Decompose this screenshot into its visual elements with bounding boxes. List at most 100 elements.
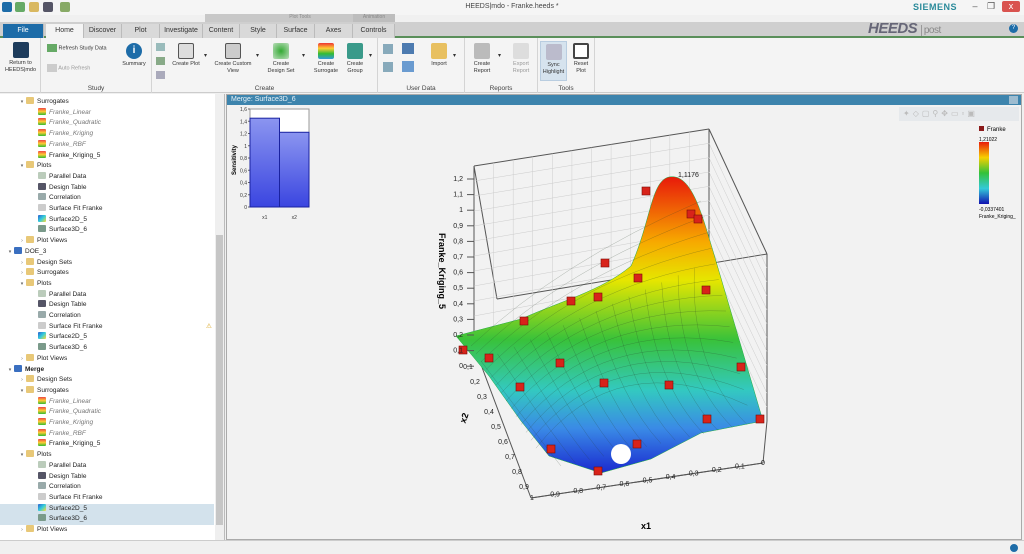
expand-toggle-icon[interactable]: ›	[18, 525, 26, 536]
tree-item[interactable]: › Surrogates	[0, 268, 214, 279]
tab-plot[interactable]: Plot	[122, 24, 160, 38]
expand-toggle-icon[interactable]: ›	[18, 268, 26, 279]
tree-item[interactable]: › Plot Views	[0, 353, 214, 365]
tab-home[interactable]: Home	[46, 24, 84, 38]
tree-item[interactable]: ▾ Surrogates	[0, 385, 214, 397]
expand-toggle-icon[interactable]: ›	[18, 354, 26, 365]
tree-item[interactable]: Surface3D_6	[0, 514, 214, 525]
refresh-study-button[interactable]: Refresh Study Data	[47, 44, 107, 52]
tree-item[interactable]: Parallel Data	[0, 171, 214, 183]
tree-scrollbar-thumb[interactable]	[216, 235, 223, 525]
create-report-button[interactable]: Create Report	[469, 43, 495, 74]
tree-item[interactable]: Franke_Kriging	[0, 418, 214, 429]
tree-item[interactable]: ▾ Plots	[0, 161, 214, 172]
tree-item[interactable]: Surface Fit Franke	[0, 204, 214, 215]
sync-highlight-button[interactable]: Sync Highlight	[540, 41, 567, 81]
tree-item[interactable]: › Design Sets	[0, 375, 214, 386]
tab-axes[interactable]: Axes	[315, 24, 353, 38]
user-data-icon[interactable]	[402, 43, 414, 54]
tree-item[interactable]: Surface2D_5	[0, 503, 214, 515]
expand-toggle-icon[interactable]: ▾	[6, 247, 14, 258]
design-set-dropdown[interactable]: ▾	[302, 52, 305, 59]
expand-toggle-icon[interactable]: ▾	[18, 386, 26, 397]
tree-item[interactable]: Correlation	[0, 311, 214, 322]
tab-file[interactable]: File	[3, 24, 44, 38]
group-dropdown[interactable]: ▾	[369, 52, 372, 59]
tree-item[interactable]: Surface Fit Franke ⚠	[0, 321, 214, 333]
tree-item[interactable]: ▾ Plots	[0, 450, 214, 461]
expand-toggle-icon[interactable]: ▾	[18, 161, 26, 172]
return-button[interactable]: Return to HEEDS|mdo	[2, 42, 39, 73]
tree-item[interactable]: Franke_RBF	[0, 428, 214, 440]
tree-item[interactable]: › Plot Views	[0, 236, 214, 247]
create-design-set-button[interactable]: Create Design Set	[264, 43, 298, 74]
create-group-button[interactable]: Create Group	[344, 43, 366, 74]
expand-toggle-icon[interactable]: ▾	[18, 450, 26, 461]
reset-plot-button[interactable]: Reset Plot	[569, 43, 593, 74]
custom-view-dropdown[interactable]: ▾	[256, 52, 259, 59]
create-custom-view-button[interactable]: Create Custom View	[214, 43, 252, 74]
user-data-icon[interactable]	[383, 62, 393, 72]
tree-item[interactable]: Franke_Kriging	[0, 129, 214, 140]
tab-style[interactable]: Style	[240, 24, 277, 38]
create-plot-button[interactable]: Create Plot	[172, 43, 200, 68]
tree-item[interactable]: Franke_Quadratic	[0, 407, 214, 418]
panel-minimize-button[interactable]	[1009, 96, 1018, 104]
tree-item[interactable]: Correlation	[0, 482, 214, 493]
expand-toggle-icon[interactable]: ›	[18, 258, 26, 269]
auto-refresh-button[interactable]: Auto Refresh	[47, 64, 90, 72]
tree-item[interactable]: ▾ Surrogates	[0, 97, 214, 108]
tree-item[interactable]: Correlation	[0, 193, 214, 204]
small-icon[interactable]	[156, 71, 165, 79]
user-data-icon[interactable]	[383, 44, 393, 54]
tree-item[interactable]: › Design Sets	[0, 257, 214, 269]
expand-toggle-icon[interactable]: ▾	[18, 97, 26, 108]
create-surrogate-button[interactable]: Create Surrogate	[310, 43, 342, 74]
expand-toggle-icon[interactable]: ›	[18, 375, 26, 386]
user-chart-icon[interactable]	[402, 61, 414, 72]
small-icon[interactable]	[156, 57, 165, 65]
tree-item[interactable]: Surface Fit Franke	[0, 492, 214, 504]
tree-item[interactable]: Franke_Kriging_5	[0, 439, 214, 450]
create-plot-dropdown[interactable]: ▾	[204, 52, 207, 59]
restore-button[interactable]: ❐	[984, 1, 998, 12]
help-icon[interactable]: ?	[1009, 24, 1018, 33]
tree-item[interactable]: ▾ Merge	[0, 364, 214, 376]
tree-item[interactable]: Franke_Kriging_5	[0, 150, 214, 162]
small-icon[interactable]	[156, 43, 165, 51]
expand-toggle-icon[interactable]: ›	[18, 236, 26, 247]
tab-content[interactable]: Content	[203, 24, 240, 38]
tree-item[interactable]: Franke_Linear	[0, 107, 214, 119]
folder-icon	[26, 278, 34, 286]
import-dropdown[interactable]: ▾	[453, 52, 456, 59]
export-report-button[interactable]: Export Report	[508, 43, 534, 74]
tree-item[interactable]: Parallel Data	[0, 289, 214, 301]
report-dropdown[interactable]: ▾	[498, 52, 501, 59]
tree-item[interactable]: Design Table	[0, 182, 214, 194]
tab-investigate[interactable]: Investigate	[160, 24, 203, 38]
tree-item[interactable]: ▾ DOE_3	[0, 246, 214, 258]
tree-item[interactable]: Design Table	[0, 471, 214, 483]
tree-item[interactable]: ▾ Plots	[0, 278, 214, 290]
import-button[interactable]: Import	[428, 43, 450, 68]
tab-controls[interactable]: Controls	[353, 24, 395, 38]
tab-discover[interactable]: Discover	[84, 24, 122, 38]
tree-item[interactable]: Franke_Linear	[0, 396, 214, 408]
tree-item[interactable]: Surface3D_6	[0, 225, 214, 236]
expand-toggle-icon[interactable]: ▾	[18, 279, 26, 290]
minimize-button[interactable]: –	[968, 1, 982, 12]
tree-item[interactable]: Parallel Data	[0, 460, 214, 472]
summary-button[interactable]: i Summary	[119, 43, 149, 68]
folder-icon	[26, 236, 34, 244]
tab-surface[interactable]: Surface	[277, 24, 315, 38]
tree-item[interactable]: › Plot Views	[0, 525, 214, 536]
close-button[interactable]: x	[1002, 1, 1020, 12]
expand-toggle-icon[interactable]: ▾	[6, 365, 14, 376]
surface-3d-plot[interactable]: 1,21,110,90,80,70,60,50,40,30,20,10 0,10,…	[227, 105, 1021, 539]
tree-item[interactable]: Design Table	[0, 300, 214, 311]
tree-item[interactable]: Surface2D_5	[0, 214, 214, 226]
tree-item[interactable]: Franke_RBF	[0, 139, 214, 151]
tree-item[interactable]: Surface2D_5	[0, 332, 214, 343]
tree-item[interactable]: Franke_Quadratic	[0, 118, 214, 129]
tree-item[interactable]: Surface3D_6	[0, 343, 214, 354]
